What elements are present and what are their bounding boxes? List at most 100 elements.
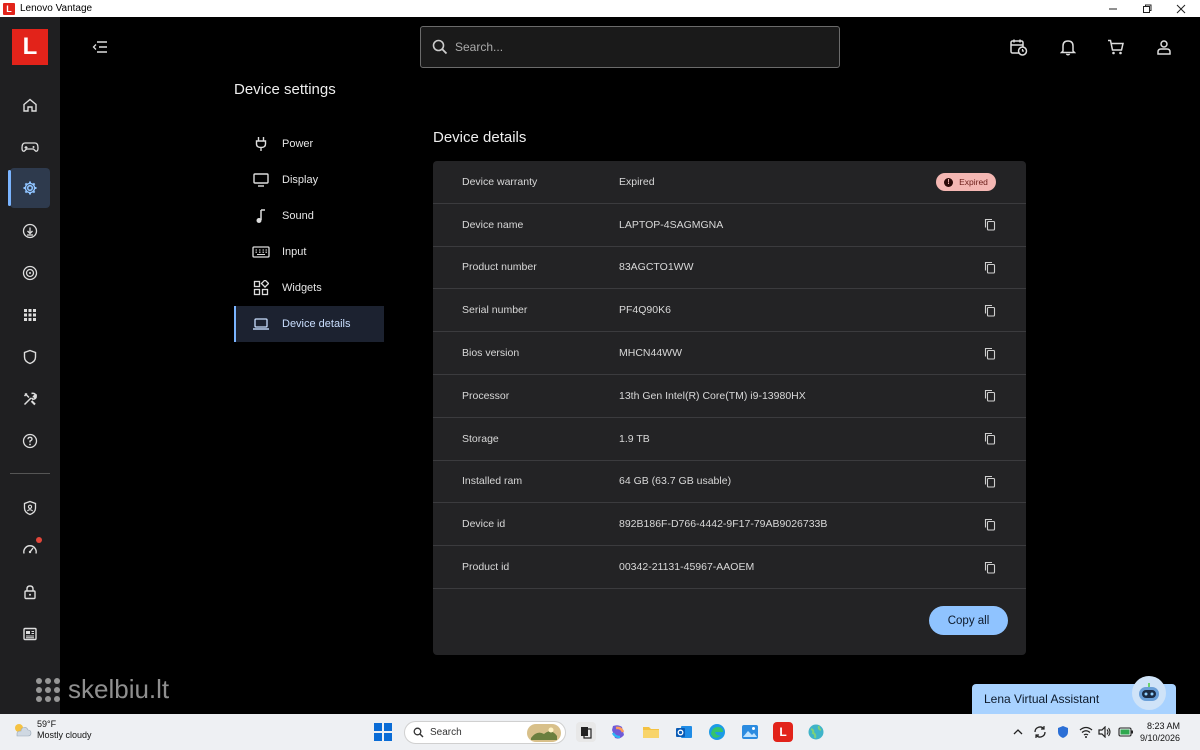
photos-button[interactable] xyxy=(740,722,760,742)
search-input[interactable] xyxy=(455,40,815,54)
nav-security[interactable] xyxy=(10,337,50,377)
cart-button[interactable] xyxy=(1105,36,1127,58)
menu-toggle-button[interactable] xyxy=(90,37,110,57)
nav-downloads[interactable] xyxy=(10,211,50,251)
detail-value: 00342-21131-45967-AAOEM xyxy=(619,561,755,574)
nav-help[interactable] xyxy=(10,421,50,461)
detail-key: Installed ram xyxy=(462,475,523,488)
assistant-label: Lena Virtual Assistant xyxy=(984,692,1100,706)
detail-value: 1.9 TB xyxy=(619,432,650,445)
radar-icon xyxy=(22,265,38,281)
copy-icon xyxy=(984,433,996,445)
detail-row: Storage 1.9 TB xyxy=(433,418,1026,461)
cart-icon xyxy=(1108,39,1124,55)
globe-app-button[interactable] xyxy=(806,722,826,742)
weather-widget[interactable]: 59°F Mostly cloudy xyxy=(12,719,92,741)
battery-button[interactable] xyxy=(1118,724,1134,740)
copy-icon xyxy=(984,475,996,488)
cloud-icon xyxy=(15,724,32,737)
taskbar-search[interactable]: Search xyxy=(404,721,566,744)
copy-button[interactable] xyxy=(983,474,997,488)
start-button[interactable] xyxy=(374,723,392,741)
wifi-button[interactable] xyxy=(1078,724,1094,740)
schedule-button[interactable] xyxy=(1008,36,1030,58)
nav-apps[interactable] xyxy=(10,295,50,335)
detail-key: Storage xyxy=(462,432,499,445)
subnav-item-device-details[interactable]: Device details xyxy=(234,306,384,342)
edge-button[interactable] xyxy=(707,722,727,742)
nav-network-boost[interactable] xyxy=(10,253,50,293)
speaker-icon xyxy=(1098,726,1111,738)
detail-row: Serial number PF4Q90K6 xyxy=(433,289,1026,333)
copy-button[interactable] xyxy=(983,303,997,317)
copy-button[interactable] xyxy=(983,218,997,232)
music-note-icon xyxy=(252,207,270,225)
copy-button[interactable] xyxy=(983,517,997,531)
detail-row: Installed ram 64 GB (63.7 GB usable) xyxy=(433,461,1026,504)
warranty-badge-label: Expired xyxy=(959,177,988,187)
detail-row: Bios version MHCN44WW xyxy=(433,332,1026,375)
app-logo-icon: L xyxy=(3,2,15,15)
settings-subnav: Power Display Sound Input Widgets Device… xyxy=(234,126,384,342)
volume-button[interactable] xyxy=(1097,724,1113,740)
file-explorer-button[interactable] xyxy=(641,722,661,742)
minimize-icon xyxy=(1109,8,1117,9)
task-view-button[interactable] xyxy=(576,722,596,742)
detail-value: PF4Q90K6 xyxy=(619,304,671,317)
search-box[interactable] xyxy=(420,26,840,68)
detail-key: Bios version xyxy=(462,347,520,360)
copy-button[interactable] xyxy=(983,389,997,403)
page-title: Device settings xyxy=(234,81,336,98)
subnav-label: Device details xyxy=(282,318,351,330)
subnav-label: Widgets xyxy=(282,282,322,294)
download-circle-icon xyxy=(22,223,38,239)
tray-security-button[interactable] xyxy=(1055,724,1071,740)
restore-button[interactable] xyxy=(1132,0,1162,17)
nav-privacy[interactable] xyxy=(10,488,50,528)
nav-gaming[interactable] xyxy=(10,127,50,167)
subnav-label: Sound xyxy=(282,210,314,222)
copy-button[interactable] xyxy=(983,260,997,274)
subnav-label: Power xyxy=(282,138,314,150)
wifi-icon xyxy=(1079,726,1093,738)
copy-button[interactable] xyxy=(983,432,997,446)
nav-home[interactable] xyxy=(10,85,50,125)
lenovo-vantage-taskbar-button[interactable]: L xyxy=(773,722,793,742)
task-view-icon xyxy=(581,727,592,739)
detail-value: 64 GB (63.7 GB usable) xyxy=(619,475,732,488)
restore-icon xyxy=(1143,4,1152,13)
subnav-item-widgets[interactable]: Widgets xyxy=(234,270,384,306)
subnav-item-display[interactable]: Display xyxy=(234,162,384,198)
outlook-button[interactable] xyxy=(674,722,694,742)
nav-device-settings[interactable] xyxy=(8,168,50,208)
copy-button[interactable] xyxy=(983,346,997,360)
gamepad-icon xyxy=(21,142,39,152)
copy-button[interactable] xyxy=(983,560,997,574)
bell-icon xyxy=(1060,40,1076,56)
close-button[interactable] xyxy=(1166,0,1196,17)
tray-overflow-button[interactable] xyxy=(1010,724,1026,740)
notifications-button[interactable] xyxy=(1057,36,1079,58)
watermark-text: skelbiu.lt xyxy=(68,674,170,704)
detail-value: LAPTOP-4SAGMGNA xyxy=(619,218,724,231)
copy-icon xyxy=(984,304,996,317)
detail-key: Serial number xyxy=(462,304,528,317)
subnav-item-input[interactable]: Input xyxy=(234,234,384,270)
watermark: skelbiu.lt xyxy=(36,674,169,705)
title-bar: L Lenovo Vantage xyxy=(0,0,1200,17)
search-highlight-icon xyxy=(527,724,561,742)
nav-news[interactable] xyxy=(10,614,50,654)
copilot-button[interactable] xyxy=(608,722,628,742)
minimize-button[interactable] xyxy=(1098,0,1128,17)
subnav-item-power[interactable]: Power xyxy=(234,126,384,162)
virtual-assistant-button[interactable]: Lena Virtual Assistant xyxy=(972,676,1176,714)
copy-all-button[interactable]: Copy all xyxy=(929,606,1008,635)
nav-performance[interactable] xyxy=(10,530,50,570)
system-clock[interactable]: 8:23 AM 9/10/2026 xyxy=(1140,720,1180,744)
nav-tools[interactable] xyxy=(10,379,50,419)
account-button[interactable] xyxy=(1153,36,1175,58)
tray-sync-button[interactable] xyxy=(1032,724,1048,740)
nav-lock[interactable] xyxy=(10,572,50,612)
subnav-item-sound[interactable]: Sound xyxy=(234,198,384,234)
copy-icon xyxy=(984,518,996,531)
